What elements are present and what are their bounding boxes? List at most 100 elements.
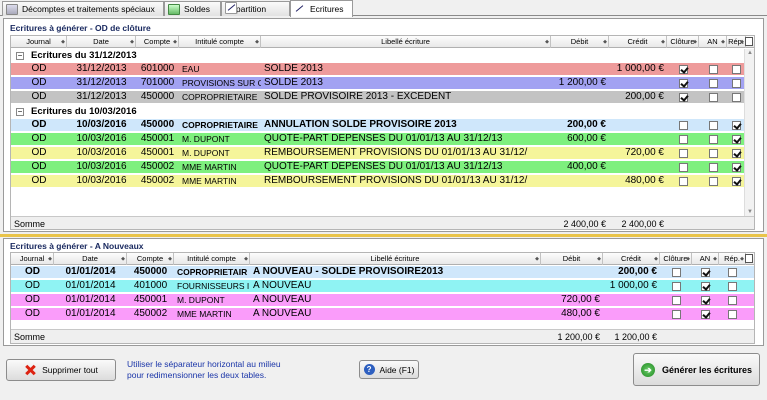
an-checkbox[interactable] — [709, 135, 718, 144]
table-row[interactable]: OD 10/03/2016 450000 COPROPRIETAIRE ANNULATI… — [11, 119, 754, 132]
help-button[interactable]: ? Aide (F1) — [359, 360, 419, 379]
col-cloture[interactable]: Clôture — [667, 36, 699, 48]
col-journal[interactable]: Journal — [11, 253, 54, 265]
an-checkbox[interactable] — [709, 163, 718, 172]
col-cloture[interactable]: Clôture — [660, 253, 692, 265]
col-journal[interactable]: Journal — [11, 36, 67, 48]
an-checkbox[interactable] — [701, 310, 710, 319]
help-icon: ? — [363, 364, 375, 375]
cell-date: 01/01/2014 — [65, 294, 116, 305]
rep-checkbox[interactable] — [732, 163, 741, 172]
scrollbar[interactable]: ▲ ▼ — [744, 49, 754, 216]
table-row[interactable]: OD 01/01/2014 450002 MME MARTIN A NOUVEAU 480… — [11, 308, 754, 321]
rep-checkbox[interactable] — [728, 310, 737, 319]
an-checkbox[interactable] — [709, 149, 718, 158]
table-row[interactable]: OD 31/12/2013 701000 PROVISIONS SUR C SOLDE … — [11, 77, 754, 90]
cloture-checkbox[interactable] — [679, 163, 688, 172]
col-intitule[interactable]: Intitulé compte — [179, 36, 261, 48]
an-checkbox[interactable] — [701, 268, 710, 277]
cell-intitule: PROVISIONS SUR C — [182, 78, 261, 88]
cloture-checkbox[interactable] — [672, 296, 681, 305]
rep-checkbox[interactable] — [728, 296, 737, 305]
rep-checkbox[interactable] — [732, 65, 741, 74]
an-checkbox[interactable] — [709, 79, 718, 88]
table-row[interactable]: OD 10/03/2016 450001 M. DUPONT REMBOURSEMENT… — [11, 147, 754, 160]
col-debit[interactable]: Débit — [541, 253, 603, 265]
col-credit[interactable]: Crédit — [609, 36, 667, 48]
cell-date: 31/12/2013 — [76, 91, 127, 102]
col-an[interactable]: AN — [692, 253, 719, 265]
cell-debit: 720,00 € — [561, 294, 600, 305]
rep-checkbox[interactable] — [728, 268, 737, 277]
help-label: Aide (F1) — [379, 364, 415, 375]
cloture-checkbox[interactable] — [672, 310, 681, 319]
col-rep[interactable]: Rép. — [727, 36, 746, 48]
collapse-icon[interactable]: − — [16, 52, 24, 60]
group-header[interactable]: − Ecritures du 31/12/2013 — [11, 49, 754, 63]
cell-credit: 200,00 € — [618, 266, 657, 277]
col-date[interactable]: Date — [67, 36, 136, 48]
col-an[interactable]: AN — [699, 36, 727, 48]
an-checkbox[interactable] — [709, 65, 718, 74]
cell-credit — [603, 294, 660, 306]
rep-checkbox[interactable] — [732, 93, 741, 102]
cell-debit: 200,00 € — [567, 119, 606, 130]
col-rep[interactable]: Rép. — [719, 253, 746, 265]
an-checkbox[interactable] — [701, 282, 710, 291]
table-row[interactable]: OD 10/03/2016 450001 M. DUPONT QUOTE-PART DE… — [11, 133, 754, 146]
cloture-checkbox[interactable] — [672, 282, 681, 291]
cloture-checkbox[interactable] — [679, 149, 688, 158]
col-compte[interactable]: Compte — [127, 253, 174, 265]
cloture-checkbox[interactable] — [679, 65, 688, 74]
col-debit[interactable]: Débit — [551, 36, 609, 48]
table-row[interactable]: OD 10/03/2016 450002 MME MARTIN REMBOURSEMEN… — [11, 175, 754, 188]
rep-checkbox[interactable] — [732, 177, 741, 186]
cell-credit — [609, 133, 667, 145]
generate-button[interactable]: ➔ Générer les écritures — [633, 353, 760, 386]
an-checkbox[interactable] — [709, 177, 718, 186]
cloture-checkbox[interactable] — [679, 79, 688, 88]
tab-soldes[interactable]: Soldes — [164, 1, 221, 16]
col-compte[interactable]: Compte — [136, 36, 179, 48]
table-row[interactable]: OD 10/03/2016 450002 MME MARTIN QUOTE-PART D… — [11, 161, 754, 174]
tab-repartition[interactable]: Répartition — [221, 1, 290, 16]
trash-icon[interactable] — [745, 37, 753, 46]
delete-all-button[interactable]: Supprimer tout — [6, 359, 116, 381]
an-checkbox[interactable] — [701, 296, 710, 305]
cell-journal: OD — [31, 63, 47, 74]
table-row[interactable]: OD 31/12/2013 601000 EAU SOLDE 2013 1 000,00 … — [11, 63, 754, 76]
cloture-checkbox[interactable] — [679, 121, 688, 130]
an-checkbox[interactable] — [709, 121, 718, 130]
horizontal-splitter[interactable] — [0, 234, 767, 237]
rep-checkbox[interactable] — [732, 121, 741, 130]
cell-credit: 720,00 € — [625, 147, 664, 158]
cloture-checkbox[interactable] — [672, 268, 681, 277]
col-libelle[interactable]: Libellé écriture — [250, 253, 541, 265]
trash-icon[interactable] — [745, 254, 753, 263]
tab-decomptes[interactable]: Décomptes et traitements spéciaux — [2, 1, 164, 16]
collapse-icon[interactable]: − — [16, 108, 24, 116]
col-intitule[interactable]: Intitulé compte — [174, 253, 250, 265]
table-row[interactable]: OD 01/01/2014 450000 COPROPRIETAIR A NOUVEAU… — [11, 266, 754, 279]
group-label: Ecritures du 31/12/2013 — [31, 50, 137, 61]
rep-checkbox[interactable] — [732, 79, 741, 88]
col-credit[interactable]: Crédit — [603, 253, 660, 265]
col-libelle[interactable]: Libellé écriture — [261, 36, 551, 48]
group-header[interactable]: − Ecritures du 10/03/2016 — [11, 105, 754, 119]
cell-journal: OD — [31, 119, 47, 130]
an-checkbox[interactable] — [709, 93, 718, 102]
cloture-checkbox[interactable] — [679, 93, 688, 102]
table-row[interactable]: OD 01/01/2014 401000 FOURNISSEURS IA NOUVEA… — [11, 280, 754, 293]
cloture-checkbox[interactable] — [679, 135, 688, 144]
rep-checkbox[interactable] — [728, 282, 737, 291]
cloture-checkbox[interactable] — [679, 177, 688, 186]
cell-libelle: SOLDE PROVISOIRE 2013 - EXCEDENT — [264, 91, 452, 102]
table-row[interactable]: OD 31/12/2013 450000 COPROPRIETAIRE SOLDE PR… — [11, 91, 754, 104]
table-row[interactable]: OD 01/01/2014 450001 M. DUPONT A NOUVEAU 720,… — [11, 294, 754, 307]
col-date[interactable]: Date — [54, 253, 127, 265]
rep-checkbox[interactable] — [732, 149, 741, 158]
cell-date: 31/12/2013 — [76, 77, 127, 88]
cell-compte: 450002 — [133, 308, 168, 319]
rep-checkbox[interactable] — [732, 135, 741, 144]
tab-ecritures[interactable]: Ecritures — [290, 0, 353, 17]
